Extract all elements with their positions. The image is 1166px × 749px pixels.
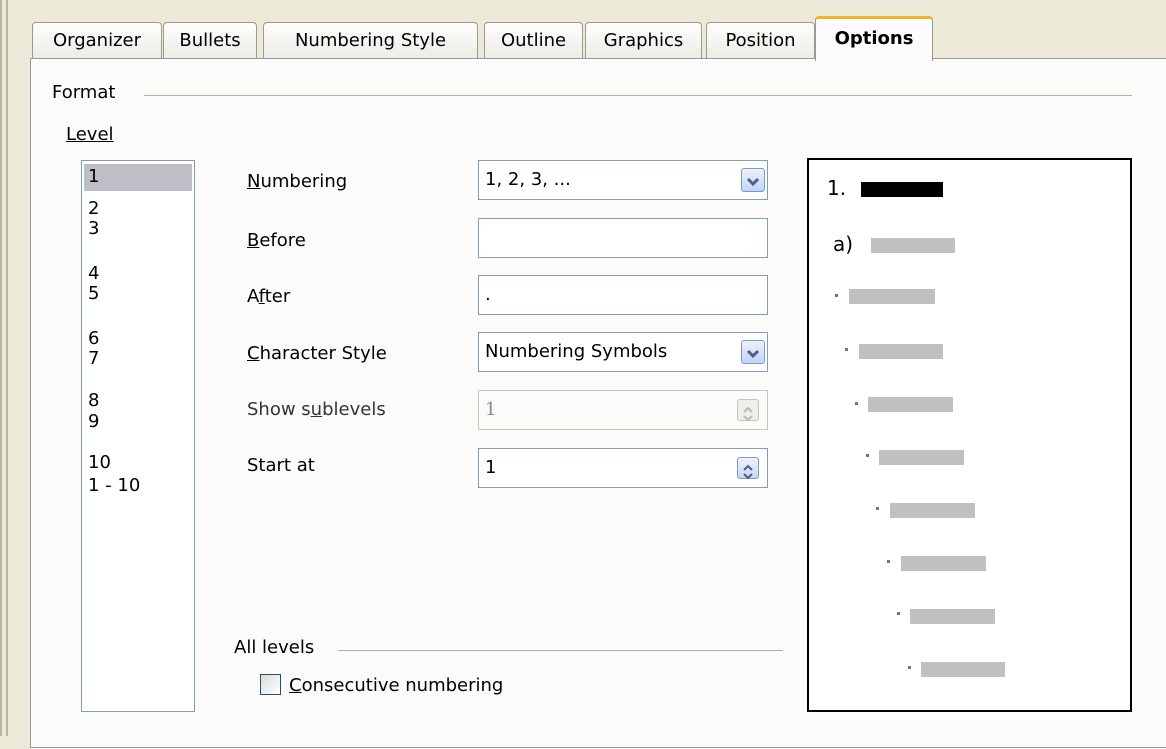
before-input[interactable]: [478, 218, 768, 258]
tab-label: Bullets: [179, 30, 241, 51]
tab-outline[interactable]: Outline: [484, 22, 583, 59]
consecutive-label-rest: onsecutive numbering: [301, 675, 504, 696]
character-style-value: Numbering Symbols: [485, 341, 668, 362]
numbering-label-rest: umbering: [260, 171, 348, 192]
level-item-1-10[interactable]: 1 - 10: [88, 476, 140, 496]
chevron-down-icon: [746, 349, 760, 359]
after-label-pre: A: [247, 286, 259, 307]
show-sublevels-value: 1: [485, 399, 497, 420]
level-item-5[interactable]: 5: [88, 284, 99, 304]
preview-level-5-dot: [855, 402, 858, 405]
before-label: Before: [247, 230, 306, 251]
numbering-label-accel: N: [247, 171, 261, 192]
tab-graphics[interactable]: Graphics: [585, 22, 702, 59]
consecutive-numbering-label[interactable]: Consecutive numbering: [289, 675, 503, 696]
chevron-down-icon: [746, 177, 760, 187]
all-levels-separator: [338, 650, 783, 651]
preview-level-4-bar: [859, 344, 943, 359]
preview-level-10-dot: [908, 666, 911, 669]
numbering-dropdown-button[interactable]: [741, 168, 765, 192]
window-edge-inner: [6, 0, 8, 736]
tab-numbering-style[interactable]: Numbering Style: [263, 22, 478, 59]
preview-level-10-bar: [921, 662, 1005, 677]
preview-level-1-bar: [861, 182, 943, 197]
level-list[interactable]: 1 2 3 4 5 6 7 8 9 10 1 - 10: [81, 160, 195, 712]
show-sublevels-label-accel: u: [310, 399, 323, 420]
numbering-preview: 1. a): [807, 158, 1132, 712]
preview-level-6-bar: [879, 450, 964, 465]
start-at-spinbox[interactable]: 1: [478, 448, 768, 488]
show-sublevels-spin-button: [737, 399, 759, 422]
spin-arrows-icon: [743, 464, 753, 480]
show-sublevels-label-rest: blevels: [322, 399, 386, 420]
numbering-value: 1, 2, 3, ...: [485, 169, 571, 190]
before-label-rest: efore: [259, 230, 306, 251]
start-at-label: Start at: [247, 455, 315, 476]
character-style-dropdown-button[interactable]: [741, 340, 765, 364]
preview-level-7-bar: [890, 503, 975, 518]
level-label-text: Level: [66, 124, 114, 145]
tab-options[interactable]: Options: [815, 16, 933, 61]
show-sublevels-label-pre: Show s: [247, 399, 311, 420]
after-label-rest: ter: [264, 286, 291, 307]
level-item-4[interactable]: 4: [88, 264, 99, 284]
format-separator: [144, 95, 1132, 96]
preview-level-3-bar: [849, 289, 935, 304]
level-selection-highlight: [84, 164, 192, 191]
preview-level-9-bar: [910, 609, 995, 624]
tab-position[interactable]: Position: [706, 22, 815, 59]
level-label: Level: [66, 124, 114, 145]
preview-level-7-dot: [876, 507, 879, 510]
preview-level-6-dot: [866, 454, 869, 457]
tab-label: Outline: [500, 30, 567, 51]
consecutive-label-accel: C: [289, 675, 302, 696]
preview-level-3-dot: [835, 294, 838, 297]
after-label: After: [247, 286, 290, 307]
character-style-label-rest: haracter Style: [259, 343, 387, 364]
level-item-3[interactable]: 3: [88, 219, 99, 239]
show-sublevels-label: Show sublevels: [247, 399, 386, 420]
tab-organizer[interactable]: Organizer: [32, 22, 162, 59]
start-at-value: 1: [485, 457, 497, 478]
tab-label: Position: [725, 30, 796, 51]
preview-level-2-bar: [871, 238, 955, 253]
tab-bullets[interactable]: Bullets: [163, 22, 257, 59]
preview-level-5-bar: [868, 397, 953, 412]
level-item-10[interactable]: 10: [88, 453, 111, 473]
after-input[interactable]: .: [478, 275, 768, 315]
spin-arrows-icon: [743, 406, 753, 422]
preview-level-8-dot: [887, 560, 890, 563]
consecutive-numbering-checkbox[interactable]: [260, 674, 281, 695]
all-levels-legend: All levels: [234, 637, 315, 658]
tab-label: Options: [834, 28, 914, 49]
tab-label: Numbering Style: [294, 30, 447, 51]
preview-level-8-bar: [901, 556, 986, 571]
preview-level-9-dot: [897, 612, 900, 615]
character-style-select[interactable]: Numbering Symbols: [478, 332, 768, 372]
preview-level-1-number: 1.: [827, 176, 847, 200]
level-item-1[interactable]: 1: [88, 167, 99, 187]
tab-label: Graphics: [603, 30, 684, 51]
level-item-6[interactable]: 6: [88, 329, 99, 349]
before-label-accel: B: [247, 230, 260, 251]
window-edge: [0, 0, 2, 736]
start-at-spin-button[interactable]: [737, 457, 759, 480]
after-value: .: [485, 284, 491, 305]
preview-level-2-number: a): [833, 232, 854, 256]
numbering-select[interactable]: 1, 2, 3, ...: [478, 160, 768, 200]
level-item-7[interactable]: 7: [88, 349, 99, 369]
preview-level-4-dot: [845, 348, 848, 351]
level-item-2[interactable]: 2: [88, 199, 99, 219]
numbering-label: Numbering: [247, 171, 347, 192]
level-item-9[interactable]: 9: [88, 412, 99, 432]
character-style-label: Character Style: [247, 343, 387, 364]
format-legend: Format: [52, 82, 116, 103]
character-style-label-accel: C: [247, 343, 260, 364]
level-item-8[interactable]: 8: [88, 391, 99, 411]
show-sublevels-spinbox: 1: [478, 390, 768, 430]
tab-label: Organizer: [52, 30, 142, 51]
